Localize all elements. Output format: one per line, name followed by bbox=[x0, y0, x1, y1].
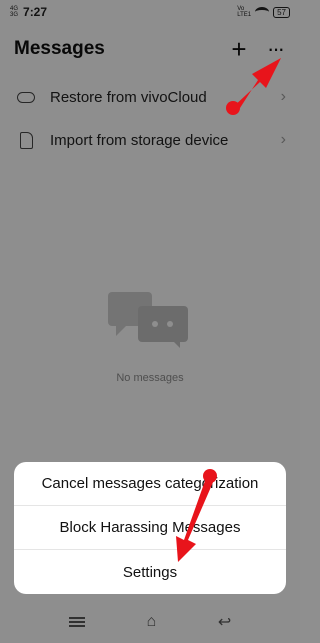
settings-option[interactable]: Settings bbox=[14, 550, 286, 594]
bottom-sheet-menu: Cancel messages categorization Block Har… bbox=[14, 462, 286, 594]
block-harassing-messages-option[interactable]: Block Harassing Messages bbox=[14, 506, 286, 550]
cancel-categorization-option[interactable]: Cancel messages categorization bbox=[14, 462, 286, 506]
